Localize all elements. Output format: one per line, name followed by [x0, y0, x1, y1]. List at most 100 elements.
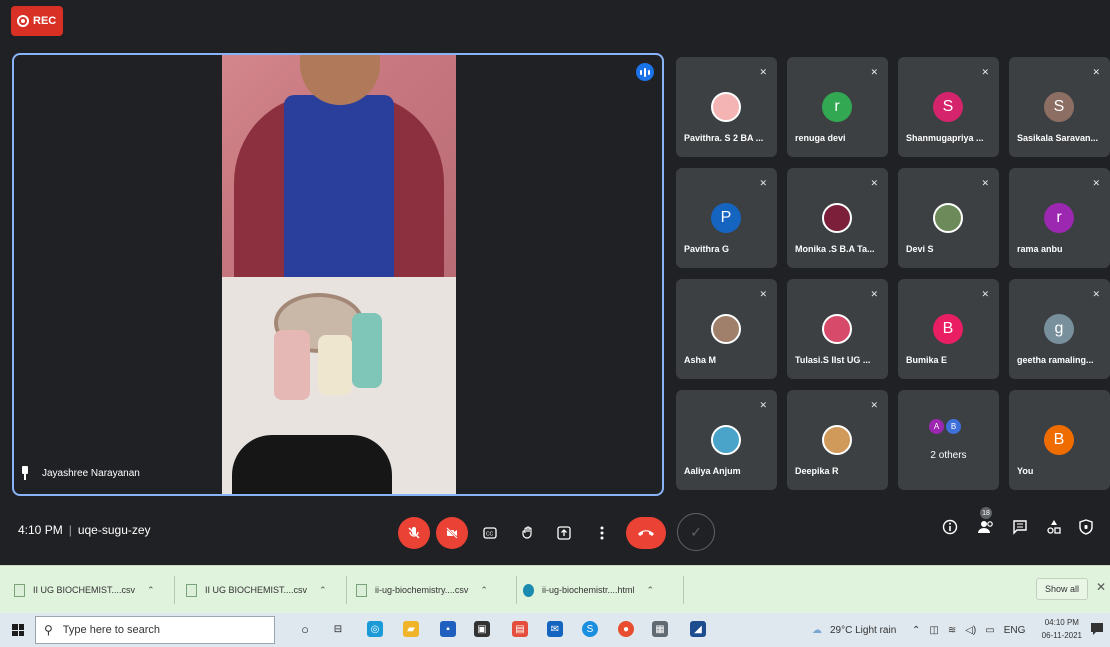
host-controls-icon[interactable] [1074, 519, 1098, 540]
participant-name: Pavithra G [684, 244, 730, 254]
recording-indicator: REC [11, 6, 63, 36]
task-view-icon[interactable]: ⊟ [330, 621, 346, 637]
participant-tile[interactable]: ✕ Aaliya Anjum [676, 390, 777, 490]
avatar: B [945, 418, 962, 435]
battery-icon[interactable]: ▭ [985, 625, 994, 636]
app-icon-3[interactable]: ▪ [440, 621, 456, 637]
more-options-button[interactable] [590, 517, 614, 549]
show-all-button[interactable]: Show all [1035, 578, 1088, 600]
download-filename: II UG BIOCHEMIST....csv [205, 585, 308, 595]
app-icon-5[interactable]: ▤ [512, 621, 528, 637]
mic-toggle-button[interactable] [398, 517, 430, 549]
activities-icon[interactable] [1042, 519, 1066, 540]
mic-off-icon: ✕ [981, 67, 989, 77]
participant-tile[interactable]: ✕ Deepika R [787, 390, 888, 490]
avatar: B [1044, 425, 1074, 455]
calculator-icon[interactable]: ▦ [652, 621, 668, 637]
end-call-icon [638, 530, 654, 536]
raise-hand-button[interactable] [516, 517, 540, 549]
main-speaker-name: Jayashree Narayanan [20, 466, 140, 480]
meeting-code: uqe-sugu-zey [77, 523, 151, 537]
csv-file-icon [186, 583, 197, 597]
volume-icon[interactable]: ◁) [965, 625, 976, 636]
divider [346, 576, 347, 604]
search-placeholder: Type here to search [62, 624, 161, 636]
avatar: r [1044, 203, 1074, 233]
meet-window: REC Jayashree Narayanan ✕ Pavithra. S 2 B… [0, 0, 1110, 565]
avatar [711, 314, 741, 344]
download-item[interactable]: ii-ug-biochemistr....html ⌃ [523, 581, 654, 599]
participant-tile[interactable]: ✕ Monika .S B.A Ta... [787, 168, 888, 268]
participant-name: You [1017, 466, 1034, 476]
recording-label: REC [33, 15, 57, 27]
main-speaker-tile[interactable]: Jayashree Narayanan [12, 53, 664, 496]
photos-icon[interactable]: ◢ [690, 621, 706, 637]
edge-file-icon [523, 583, 534, 597]
store-icon[interactable]: ▣ [474, 621, 490, 637]
skype-icon[interactable]: S [582, 621, 598, 637]
chat-icon[interactable] [1008, 519, 1032, 540]
weather-text: 29°C Light rain [830, 624, 897, 636]
cortana-icon[interactable]: ○ [297, 621, 313, 637]
mic-off-icon: ✕ [1092, 67, 1100, 77]
chevron-up-icon[interactable]: ⌃ [647, 585, 655, 596]
weather-widget[interactable]: ☁ 29°C Light rain [812, 613, 896, 647]
participant-name: Shanmugapriya ... [906, 133, 984, 143]
mic-off-icon: ✕ [981, 178, 989, 188]
notification-icon[interactable] [1090, 622, 1104, 636]
participant-name: Sasikala Saravan... [1017, 133, 1099, 143]
participant-tile[interactable]: ✕ g geetha ramaling... [1009, 279, 1110, 379]
meeting-details-icon[interactable] [938, 519, 962, 540]
file-explorer-icon[interactable]: ▰ [403, 621, 419, 637]
divider [516, 576, 517, 604]
tray-chevron-icon[interactable]: ⌃ [912, 625, 920, 636]
participant-tile[interactable]: ✕ S Shanmugapriya ... [898, 57, 999, 157]
avatar [822, 314, 852, 344]
participant-tile[interactable]: ✕ r rama anbu [1009, 168, 1110, 268]
download-item[interactable]: II UG BIOCHEMIST....csv ⌃ [186, 581, 327, 599]
participant-tile[interactable]: ✕ P Pavithra G [676, 168, 777, 268]
participant-tile[interactable]: ✕ B Bumika E [898, 279, 999, 379]
speaker-name-label: Jayashree Narayanan [42, 467, 140, 479]
participant-name: Devi S [906, 244, 934, 254]
chrome-icon[interactable]: ● [618, 621, 634, 637]
taskbar-clock[interactable]: 04:10 PM 06-11-2021 [1042, 616, 1082, 642]
download-filename: II UG BIOCHEMIST....csv [33, 585, 136, 595]
wifi-icon[interactable]: ≋ [948, 625, 956, 636]
chevron-up-icon[interactable]: ⌃ [319, 585, 327, 596]
camera-toggle-button[interactable] [436, 517, 468, 549]
taskbar-search-box[interactable]: ⚲ Type here to search [35, 616, 275, 644]
participant-tile[interactable]: ✕ Asha M [676, 279, 777, 379]
people-icon[interactable]: 18 [974, 507, 998, 540]
participant-tile[interactable]: ✕ S Sasikala Saravan... [1009, 57, 1110, 157]
app-icon-1[interactable]: ◎ [367, 621, 383, 637]
chevron-up-icon[interactable]: ⌃ [480, 585, 488, 596]
avatar: B [933, 314, 963, 344]
present-button[interactable] [552, 517, 576, 549]
others-avatars: AB [928, 418, 962, 435]
close-download-bar-icon[interactable]: ✕ [1096, 580, 1106, 594]
windows-start-icon[interactable] [12, 624, 24, 636]
pin-icon[interactable] [20, 466, 30, 480]
participant-tile[interactable]: ✕ Tulasi.S IIst UG ... [787, 279, 888, 379]
participant-tile[interactable]: ✕ r renuga devi [787, 57, 888, 157]
participant-tile[interactable]: ✕ Devi S [898, 168, 999, 268]
language-indicator[interactable]: ENG [1004, 625, 1026, 636]
download-item[interactable]: ii-ug-biochemistry....csv ⌃ [356, 581, 488, 599]
download-item[interactable]: II UG BIOCHEMIST....csv ⌃ [14, 581, 155, 599]
camera-off-icon [446, 527, 458, 539]
captions-button[interactable]: CC [478, 517, 502, 549]
participant-name: Aaliya Anjum [684, 466, 741, 476]
meeting-control-bar: 4:10 PM | uqe-sugu-zey CC ✓ 18 [0, 505, 1110, 560]
participant-tile[interactable]: ✕ Pavithra. S 2 BA ... [676, 57, 777, 157]
onedrive-icon[interactable]: ◫ [929, 625, 938, 636]
mic-off-icon [408, 527, 420, 539]
participant-count-badge: 18 [980, 507, 992, 519]
mail-icon[interactable]: ✉ [547, 621, 563, 637]
end-call-button[interactable] [626, 517, 666, 549]
participant-tile[interactable]: B You [1009, 390, 1110, 490]
speaker-video [222, 55, 456, 494]
others-tile[interactable]: AB 2 others [898, 390, 999, 490]
chevron-up-icon[interactable]: ⌃ [147, 585, 155, 596]
avatar: S [1044, 92, 1074, 122]
